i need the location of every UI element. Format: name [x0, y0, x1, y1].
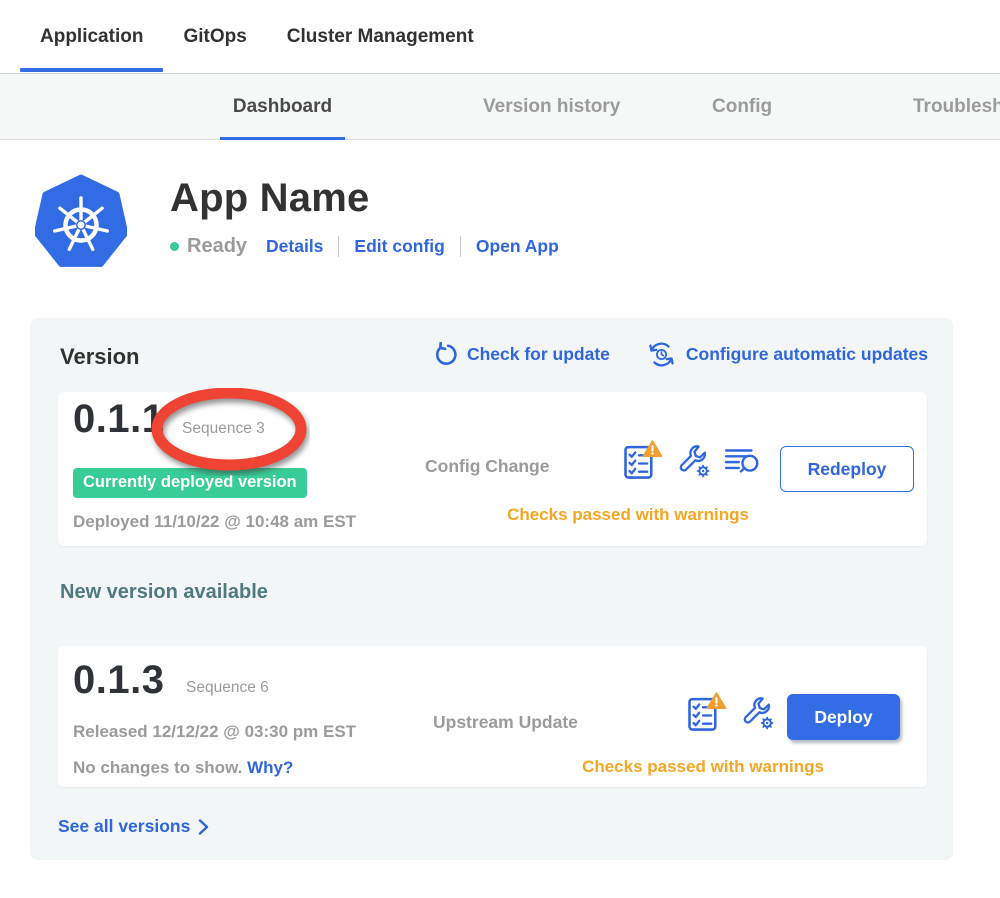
tab-config[interactable]: Config: [712, 74, 772, 140]
ready-status-dot-icon: [170, 242, 179, 251]
chevron-right-icon: [198, 819, 209, 835]
tab-dashboard[interactable]: Dashboard: [220, 74, 345, 140]
version-panel-actions: Check for update Configure automatic upd…: [433, 339, 928, 369]
app-status-row: Ready Details Edit config Open App: [170, 235, 559, 258]
version-panel: Version Check for update Configure autom…: [30, 318, 953, 860]
nav-tab-gitops-label: GitOps: [183, 26, 246, 48]
tab-version-history-label: Version history: [483, 96, 620, 117]
active-subtab-underline: [220, 137, 345, 140]
tab-troubleshoot-label: Troubleshoot: [913, 96, 1000, 117]
tab-config-label: Config: [712, 96, 772, 117]
config-wrench-icon[interactable]: [676, 443, 711, 478]
deployed-version-number: 0.1.1: [73, 397, 164, 442]
nav-tab-cluster-management[interactable]: Cluster Management: [267, 0, 494, 73]
new-version-sequence: Sequence 6: [186, 679, 269, 697]
nav-tab-cluster-management-label: Cluster Management: [287, 26, 474, 48]
redeploy-button[interactable]: Redeploy: [780, 446, 914, 492]
new-version-heading: New version available: [60, 581, 268, 604]
see-all-versions-label: See all versions: [58, 816, 190, 837]
version-source-label: Upstream Update: [433, 712, 578, 733]
preflight-checklist-icon[interactable]: [622, 440, 663, 480]
new-version-card: 0.1.3 Sequence 6 Released 12/12/22 @ 03:…: [58, 646, 927, 787]
why-link[interactable]: Why?: [247, 758, 293, 777]
released-timestamp: Released 12/12/22 @ 03:30 pm EST: [73, 722, 356, 742]
app-header: App Name Ready Details Edit config Open …: [35, 173, 559, 271]
currently-deployed-badge: Currently deployed version: [73, 468, 307, 498]
nav-tab-gitops[interactable]: GitOps: [163, 0, 266, 73]
app-section-nav: Dashboard Version history Config Trouble…: [0, 73, 1000, 140]
version-source-label: Config Change: [425, 456, 549, 477]
see-all-versions-link[interactable]: See all versions: [58, 816, 209, 837]
sync-clock-icon: [646, 341, 677, 368]
config-wrench-icon[interactable]: [740, 695, 775, 730]
new-version-number: 0.1.3: [73, 658, 164, 703]
deployed-version-card: 0.1.1 Sequence 3 Currently deployed vers…: [58, 392, 927, 546]
nav-tab-application-label: Application: [40, 26, 143, 48]
preflight-status-text: Checks passed with warnings: [378, 505, 878, 525]
app-title: App Name: [170, 176, 559, 221]
version-action-icons: [686, 692, 775, 732]
preflight-status-text: Checks passed with warnings: [453, 757, 953, 777]
diff-icon[interactable]: [724, 445, 762, 475]
version-panel-title: Version: [60, 344, 139, 370]
check-for-update-button[interactable]: Check for update: [433, 342, 610, 367]
deployed-version-sequence: Sequence 3: [182, 420, 265, 438]
details-link[interactable]: Details: [266, 236, 323, 257]
edit-config-link[interactable]: Edit config: [354, 236, 444, 257]
refresh-icon: [433, 342, 458, 367]
active-nav-underline: [20, 68, 163, 72]
app-status-label: Ready: [187, 235, 247, 258]
configure-automatic-updates-label: Configure automatic updates: [686, 344, 928, 365]
check-for-update-label: Check for update: [467, 344, 610, 365]
open-app-link[interactable]: Open App: [476, 236, 559, 257]
tab-troubleshoot[interactable]: Troubleshoot: [913, 74, 1000, 140]
no-changes-label: No changes to show.: [73, 758, 242, 777]
nav-tab-application[interactable]: Application: [20, 0, 163, 73]
divider: [460, 236, 461, 257]
primary-nav: Application GitOps Cluster Management: [0, 0, 1000, 73]
no-changes-text: No changes to show. Why?: [73, 758, 293, 778]
tab-version-history[interactable]: Version history: [483, 74, 620, 140]
version-action-icons: [622, 440, 762, 480]
deploy-button[interactable]: Deploy: [787, 694, 900, 740]
divider: [338, 236, 339, 257]
deployed-timestamp: Deployed 11/10/22 @ 10:48 am EST: [73, 512, 356, 532]
preflight-checklist-icon[interactable]: [686, 692, 727, 732]
configure-automatic-updates-button[interactable]: Configure automatic updates: [646, 341, 928, 368]
tab-dashboard-label: Dashboard: [233, 96, 332, 117]
kubernetes-logo-icon: [35, 173, 127, 271]
